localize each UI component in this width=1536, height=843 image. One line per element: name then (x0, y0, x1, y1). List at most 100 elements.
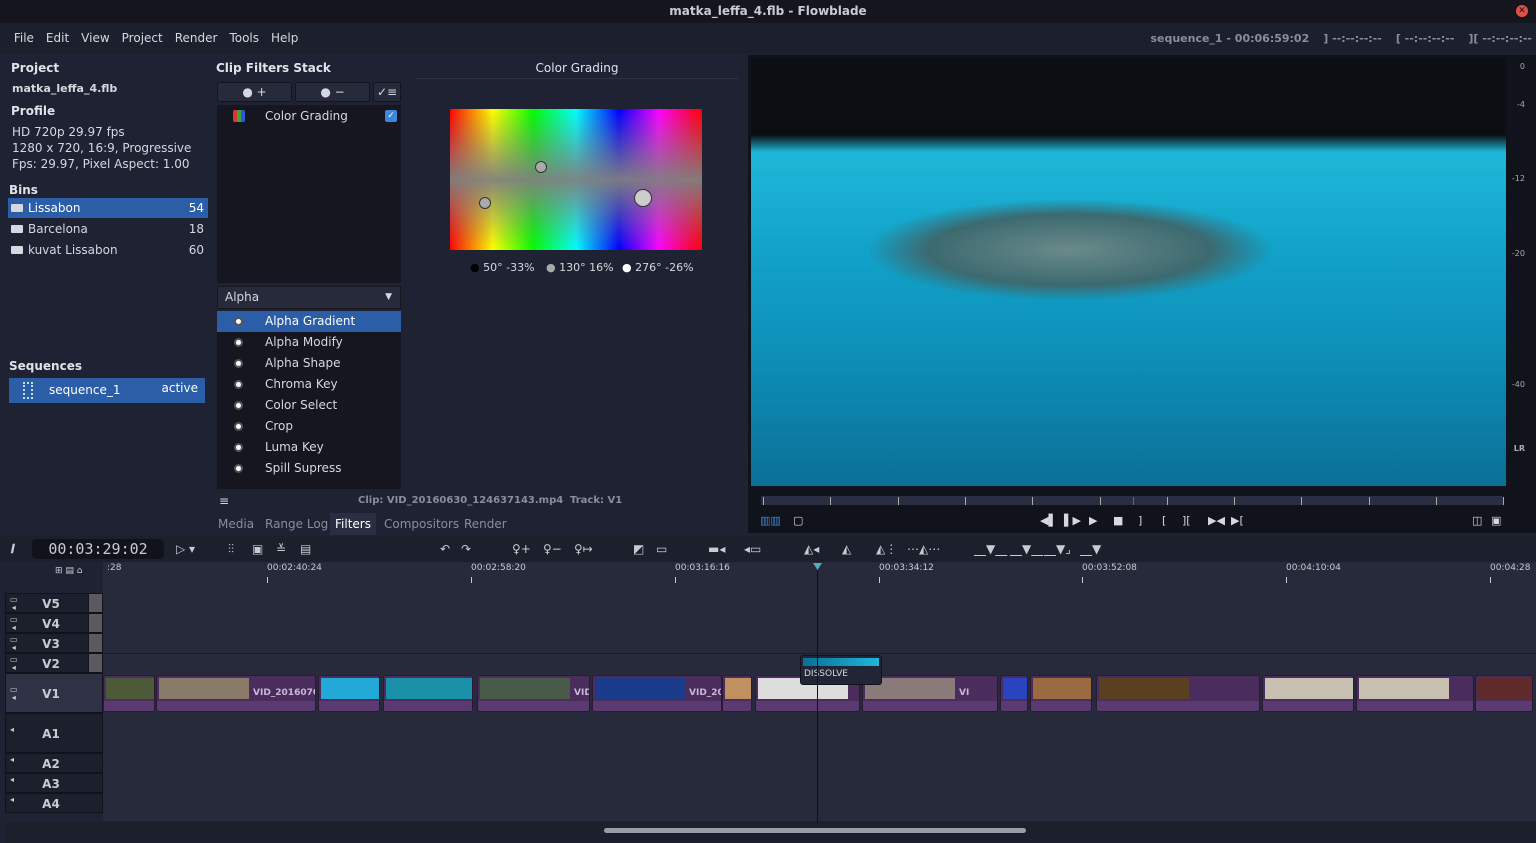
track-mute-icon[interactable]: ▭ ◂ (10, 636, 18, 652)
split-audio-icon[interactable]: ◭ (842, 542, 851, 556)
timeline-clip[interactable] (1356, 675, 1474, 712)
color-wheel[interactable] (450, 109, 702, 250)
cut-icon[interactable]: ◩ (633, 542, 644, 556)
track-mute-icon[interactable]: ▭ ◂ (10, 656, 18, 672)
filter-item[interactable]: Alpha Shape (217, 353, 401, 374)
overwrite-icon[interactable]: ⎽▼⌟ (1044, 542, 1071, 557)
timeline-clip[interactable] (1030, 675, 1092, 712)
add-filter-button[interactable]: ● + (217, 82, 292, 102)
undo-icon[interactable]: ↶ (440, 542, 450, 556)
track-lock[interactable] (88, 594, 102, 612)
menu-edit[interactable]: Edit (40, 23, 75, 54)
tab-render[interactable]: Render (459, 513, 512, 535)
menu-render[interactable]: Render (169, 23, 224, 54)
lift-icon[interactable]: ▬◂ (708, 542, 725, 556)
mark-out-icon[interactable]: ] (1138, 514, 1142, 527)
timeline-clip[interactable]: VID_ (1475, 675, 1533, 712)
filter-item[interactable]: Chroma Key (217, 374, 401, 395)
track-lock[interactable] (88, 634, 102, 652)
transition-icon[interactable]: ⋯◭⋯ (907, 542, 940, 556)
zoom-in-icon[interactable]: ♀+ (512, 542, 531, 556)
color-point-handle[interactable] (479, 197, 491, 209)
filter-category-select[interactable]: Alpha ▼ (217, 286, 401, 309)
track-mute-icon[interactable]: ◂ (10, 756, 14, 764)
track-mute-icon[interactable]: ◂ (10, 776, 14, 784)
track-header-v4[interactable]: V4 ▭ ◂ (5, 613, 103, 633)
color-point-handle[interactable] (634, 189, 652, 207)
track-header-a3[interactable]: A3 ◂ (5, 773, 103, 793)
track-header-v5[interactable]: V5 ▭ ◂ (5, 593, 103, 613)
zoom-fit-icon[interactable]: ♀↦ (574, 542, 593, 556)
delete-icon[interactable]: ◂▭ (744, 542, 761, 556)
render-icon[interactable]: ≚ (276, 542, 286, 556)
filter-item[interactable]: Spill Supress (217, 458, 401, 479)
timeline-view-icon[interactable]: ▥▥ (760, 514, 781, 527)
timeline-clip[interactable]: VID_ (477, 675, 590, 712)
mixer-icon[interactable]: ⫶⫶ (228, 542, 234, 557)
menu-file[interactable]: File (8, 23, 40, 54)
monitor-scrubber[interactable] (760, 495, 1505, 506)
track-tools-icons[interactable]: ⊞ ▤ ⌂ (55, 566, 82, 576)
compositor-icon[interactable]: ◭⋮ (876, 542, 897, 556)
track-mute-icon[interactable]: ◂ (10, 796, 14, 804)
track-header-v3[interactable]: V3 ▭ ◂ (5, 633, 103, 653)
track-mute-icon[interactable]: ▭ ◂ (10, 596, 18, 612)
hamburger-menu-icon[interactable]: ≡ (219, 494, 229, 508)
toggle-all-filters-button[interactable]: ✓≡ (373, 82, 401, 102)
next-frame-icon[interactable]: ▌▶ (1064, 514, 1081, 527)
pointer-tool-icon[interactable]: ▷ ▾ (176, 542, 195, 556)
track-lock[interactable] (88, 614, 102, 632)
timecode-display[interactable]: 00:03:29:02 (32, 539, 164, 559)
timeline-clip[interactable] (383, 675, 473, 712)
filter-item[interactable]: Alpha Gradient (217, 311, 401, 332)
timeline-clip[interactable] (1096, 675, 1260, 712)
zoom-out-icon[interactable]: ♀− (543, 542, 562, 556)
timeline-clip[interactable] (318, 675, 380, 712)
transition-clip[interactable]: DISSOLVE (800, 655, 882, 685)
menu-view[interactable]: View (75, 23, 115, 54)
remove-filter-button[interactable]: ● − (295, 82, 370, 102)
track-mute-icon[interactable]: ▭ ◂ (10, 686, 18, 702)
track-header-a2[interactable]: A2 ◂ (5, 753, 103, 773)
timeline-clip[interactable]: VID_20 (103, 675, 155, 712)
timeline-clip[interactable]: VID_20160701 (156, 675, 316, 712)
timeline-clip[interactable] (722, 675, 752, 712)
menu-project[interactable]: Project (116, 23, 169, 54)
filter-stack-item[interactable]: Color Grading ✓ (217, 105, 401, 127)
scrub-position[interactable] (1133, 497, 1134, 505)
splice-icon[interactable]: ▭ (656, 542, 667, 556)
clip-view-icon[interactable]: ▢ (793, 514, 803, 527)
redo-icon[interactable]: ↷ (461, 542, 471, 556)
timeline-scrollbar[interactable] (604, 828, 1026, 833)
bin-item[interactable]: Lissabon 54 (8, 198, 208, 218)
bin-item[interactable]: kuvat Lissabon 60 (8, 240, 208, 260)
tab-filters[interactable]: Filters (330, 513, 376, 535)
insert-icon[interactable]: ⎽▼⎽ (974, 542, 1007, 557)
sync-icon[interactable]: ▤ (300, 542, 311, 556)
filter-item[interactable]: Crop (217, 416, 401, 437)
go-to-mark-in-icon[interactable]: ▶◀ (1208, 514, 1225, 527)
menu-help[interactable]: Help (265, 23, 304, 54)
overwrite-range-icon[interactable]: ⎽▼ (1080, 542, 1101, 557)
mark-in-icon[interactable]: [ (1162, 514, 1166, 527)
prev-frame-icon[interactable]: ◀▌ (1040, 514, 1057, 527)
go-to-mark-out-icon[interactable]: ▶[ (1231, 514, 1244, 527)
track-lock[interactable] (88, 654, 102, 672)
timeline-clip[interactable]: VID_2016 (1000, 675, 1028, 712)
edit-mode-icon[interactable]: 𝑰 (11, 542, 15, 557)
color-point-handle[interactable] (535, 161, 547, 173)
bin-item[interactable]: Barcelona 18 (8, 219, 208, 239)
track-mute-icon[interactable]: ◂ (10, 726, 14, 734)
track-header-v2[interactable]: V2 ▭ ◂ (5, 653, 103, 673)
play-icon[interactable]: ▶ (1089, 514, 1097, 527)
filter-item[interactable]: Alpha Modify (217, 332, 401, 353)
track-header-a4[interactable]: A4 ◂ (5, 793, 103, 813)
monitor-layout-icon[interactable]: ◫ (1472, 514, 1482, 527)
playhead[interactable] (817, 565, 818, 823)
timeline-clip[interactable]: VI (862, 675, 998, 712)
fullscreen-icon[interactable]: ▣ (1491, 514, 1501, 527)
clear-marks-icon[interactable]: ][ (1182, 514, 1191, 527)
track-header-v1[interactable]: V1 ▭ ◂ (5, 673, 103, 713)
timeline-clip[interactable]: VID_20160702_ (1262, 675, 1354, 712)
filter-item[interactable]: Luma Key (217, 437, 401, 458)
